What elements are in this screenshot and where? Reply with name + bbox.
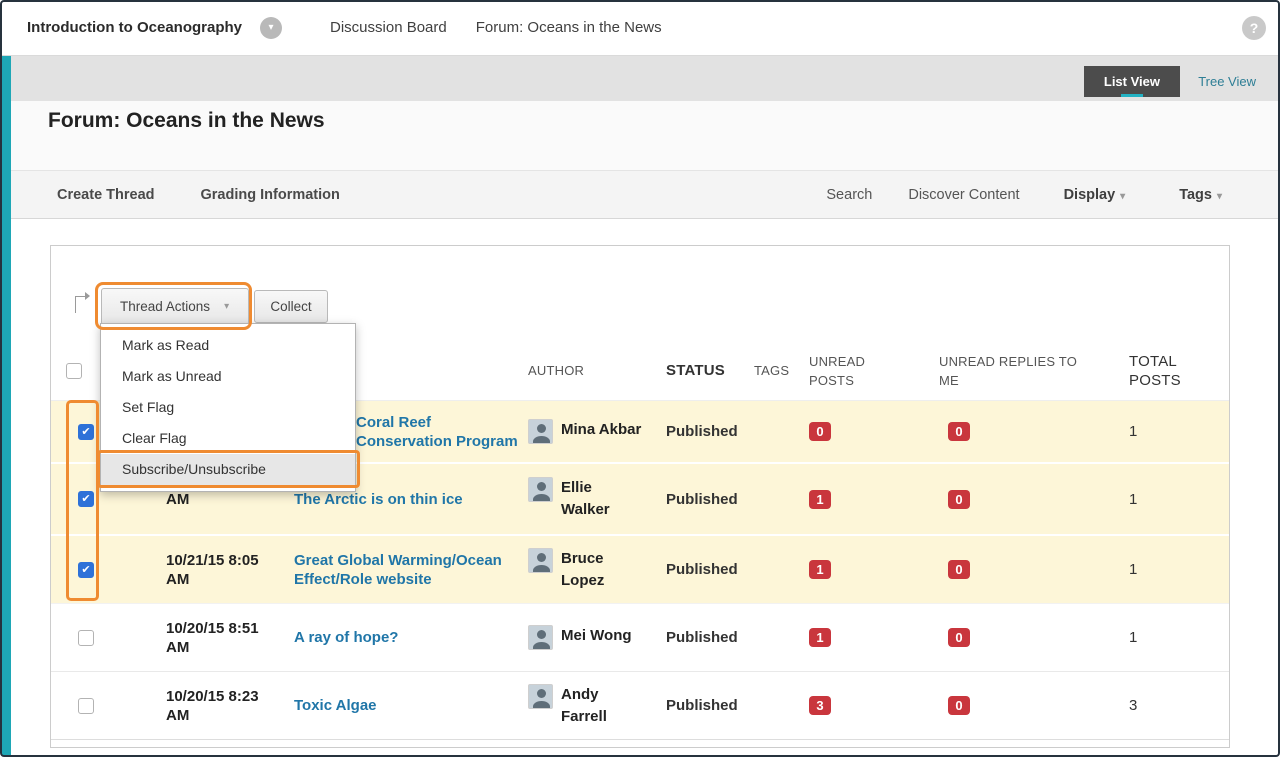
- thread-list-card: Thread Actions▾ Collect AUTHOR STATUS TA…: [50, 245, 1230, 748]
- top-navigation-bar: Introduction to Oceanography ▾ Discussio…: [0, 0, 1280, 56]
- table-row: 10/20/15 8:51AM A ray of hope? Mei Wong …: [51, 604, 1229, 672]
- display-menu-button[interactable]: Display▾: [1064, 187, 1126, 203]
- row-checkbox[interactable]: ✔: [78, 424, 94, 440]
- unread-replies-badge[interactable]: 0: [948, 560, 970, 579]
- help-icon[interactable]: ?: [1242, 16, 1266, 40]
- title-band: Forum: Oceans in the News: [11, 101, 1278, 170]
- unread-replies-badge[interactable]: 0: [948, 696, 970, 715]
- tags-menu-button[interactable]: Tags▾: [1179, 187, 1222, 203]
- row-checkbox[interactable]: ✔: [78, 562, 94, 578]
- row-checkbox[interactable]: ✔: [78, 491, 94, 507]
- reorder-arrow-icon: [75, 296, 88, 313]
- search-button[interactable]: Search: [826, 187, 872, 203]
- breadcrumb-discussion-board[interactable]: Discussion Board: [330, 19, 447, 36]
- left-accent-stripe: [2, 56, 11, 755]
- thread-date: 10/21/15 8:05AM: [166, 551, 294, 589]
- chevron-down-icon: ▾: [224, 301, 229, 312]
- page-title: Forum: Oceans in the News: [48, 109, 325, 133]
- select-all-checkbox[interactable]: [66, 363, 82, 379]
- thread-date: 10/20/15 8:51AM: [166, 619, 294, 657]
- table-row: ✔ 10/21/15 8:05AM Great Global Warming/O…: [51, 536, 1229, 604]
- menu-item-mark-as-unread[interactable]: Mark as Unread: [101, 361, 355, 392]
- thread-actions-menu: Mark as Read Mark as Unread Set Flag Cle…: [100, 323, 356, 492]
- header-total-posts: TOTALPOSTS: [1125, 352, 1229, 390]
- status-text: Published: [666, 423, 754, 440]
- header-tags: TAGS: [754, 361, 809, 380]
- chevron-down-icon: ▾: [1217, 191, 1222, 202]
- grading-information-button[interactable]: Grading Information: [201, 187, 340, 203]
- header-status: STATUS: [666, 361, 754, 380]
- breadcrumb-forum: Forum: Oceans in the News: [476, 19, 662, 36]
- thread-link[interactable]: A ray of hope?: [294, 628, 528, 647]
- thread-link[interactable]: Toxic Algae: [294, 696, 528, 715]
- total-posts: 1: [1125, 561, 1229, 578]
- unread-replies-badge[interactable]: 0: [948, 628, 970, 647]
- total-posts: 1: [1125, 423, 1229, 440]
- unread-posts-badge[interactable]: 3: [809, 696, 831, 715]
- unread-posts-badge[interactable]: 0: [809, 422, 831, 441]
- menu-item-set-flag[interactable]: Set Flag: [101, 392, 355, 423]
- status-text: Published: [666, 697, 754, 714]
- tab-tree-view[interactable]: Tree View: [1198, 66, 1256, 97]
- unread-replies-badge[interactable]: 0: [948, 422, 970, 441]
- thread-actions-button[interactable]: Thread Actions▾: [101, 288, 249, 325]
- total-posts: 3: [1125, 697, 1229, 714]
- view-switcher-band: List View Tree View: [11, 56, 1278, 101]
- thread-author: AndyFarrell: [528, 684, 666, 728]
- course-menu-chevron-icon[interactable]: ▾: [260, 17, 282, 39]
- thread-link[interactable]: Great Global Warming/OceanEffect/Role we…: [294, 551, 528, 589]
- action-bar: Create Thread Grading Information Search…: [11, 170, 1278, 219]
- unread-posts-badge[interactable]: 1: [809, 628, 831, 647]
- thread-link[interactable]: Coral ReefConservation Program: [356, 413, 528, 451]
- row-checkbox[interactable]: [78, 630, 94, 646]
- thread-author: Mei Wong: [528, 625, 666, 650]
- thread-link[interactable]: The Arctic is on thin ice: [294, 490, 528, 509]
- menu-item-mark-as-read[interactable]: Mark as Read: [101, 330, 355, 361]
- menu-item-clear-flag[interactable]: Clear Flag: [101, 423, 355, 454]
- thread-date: 10/20/15 8:23AM: [166, 687, 294, 725]
- header-author: AUTHOR: [528, 361, 666, 380]
- total-posts: 1: [1125, 491, 1229, 508]
- thread-author: BruceLopez: [528, 548, 666, 592]
- check-icon: ✔: [79, 492, 93, 506]
- status-text: Published: [666, 491, 754, 508]
- header-unread-replies: UNREAD REPLIES TOME: [939, 352, 1125, 390]
- check-icon: ✔: [79, 563, 93, 577]
- author-avatar: [528, 477, 553, 502]
- menu-item-subscribe-unsubscribe[interactable]: Subscribe/Unsubscribe: [101, 454, 355, 485]
- check-icon: ✔: [79, 425, 93, 439]
- header-unread-posts: UNREADPOSTS: [809, 352, 939, 390]
- tab-list-view[interactable]: List View: [1084, 66, 1180, 97]
- chevron-down-icon: ▾: [1120, 191, 1125, 202]
- discover-content-button[interactable]: Discover Content: [908, 187, 1019, 203]
- author-avatar: [528, 548, 553, 573]
- status-text: Published: [666, 629, 754, 646]
- collect-button[interactable]: Collect: [254, 290, 328, 323]
- author-avatar: [528, 684, 553, 709]
- unread-posts-badge[interactable]: 1: [809, 490, 831, 509]
- unread-replies-badge[interactable]: 0: [948, 490, 970, 509]
- thread-author: EllieWalker: [528, 477, 666, 521]
- thread-date: AM: [166, 490, 294, 509]
- table-row: 10/20/15 8:23AM Toxic Algae AndyFarrell …: [51, 672, 1229, 740]
- course-title[interactable]: Introduction to Oceanography: [27, 19, 242, 36]
- unread-posts-badge[interactable]: 1: [809, 560, 831, 579]
- row-checkbox[interactable]: [78, 698, 94, 714]
- total-posts: 1: [1125, 629, 1229, 646]
- status-text: Published: [666, 561, 754, 578]
- create-thread-button[interactable]: Create Thread: [57, 187, 155, 203]
- author-avatar: [528, 625, 553, 650]
- author-avatar: [528, 419, 553, 444]
- thread-author: Mina Akbar: [528, 419, 666, 444]
